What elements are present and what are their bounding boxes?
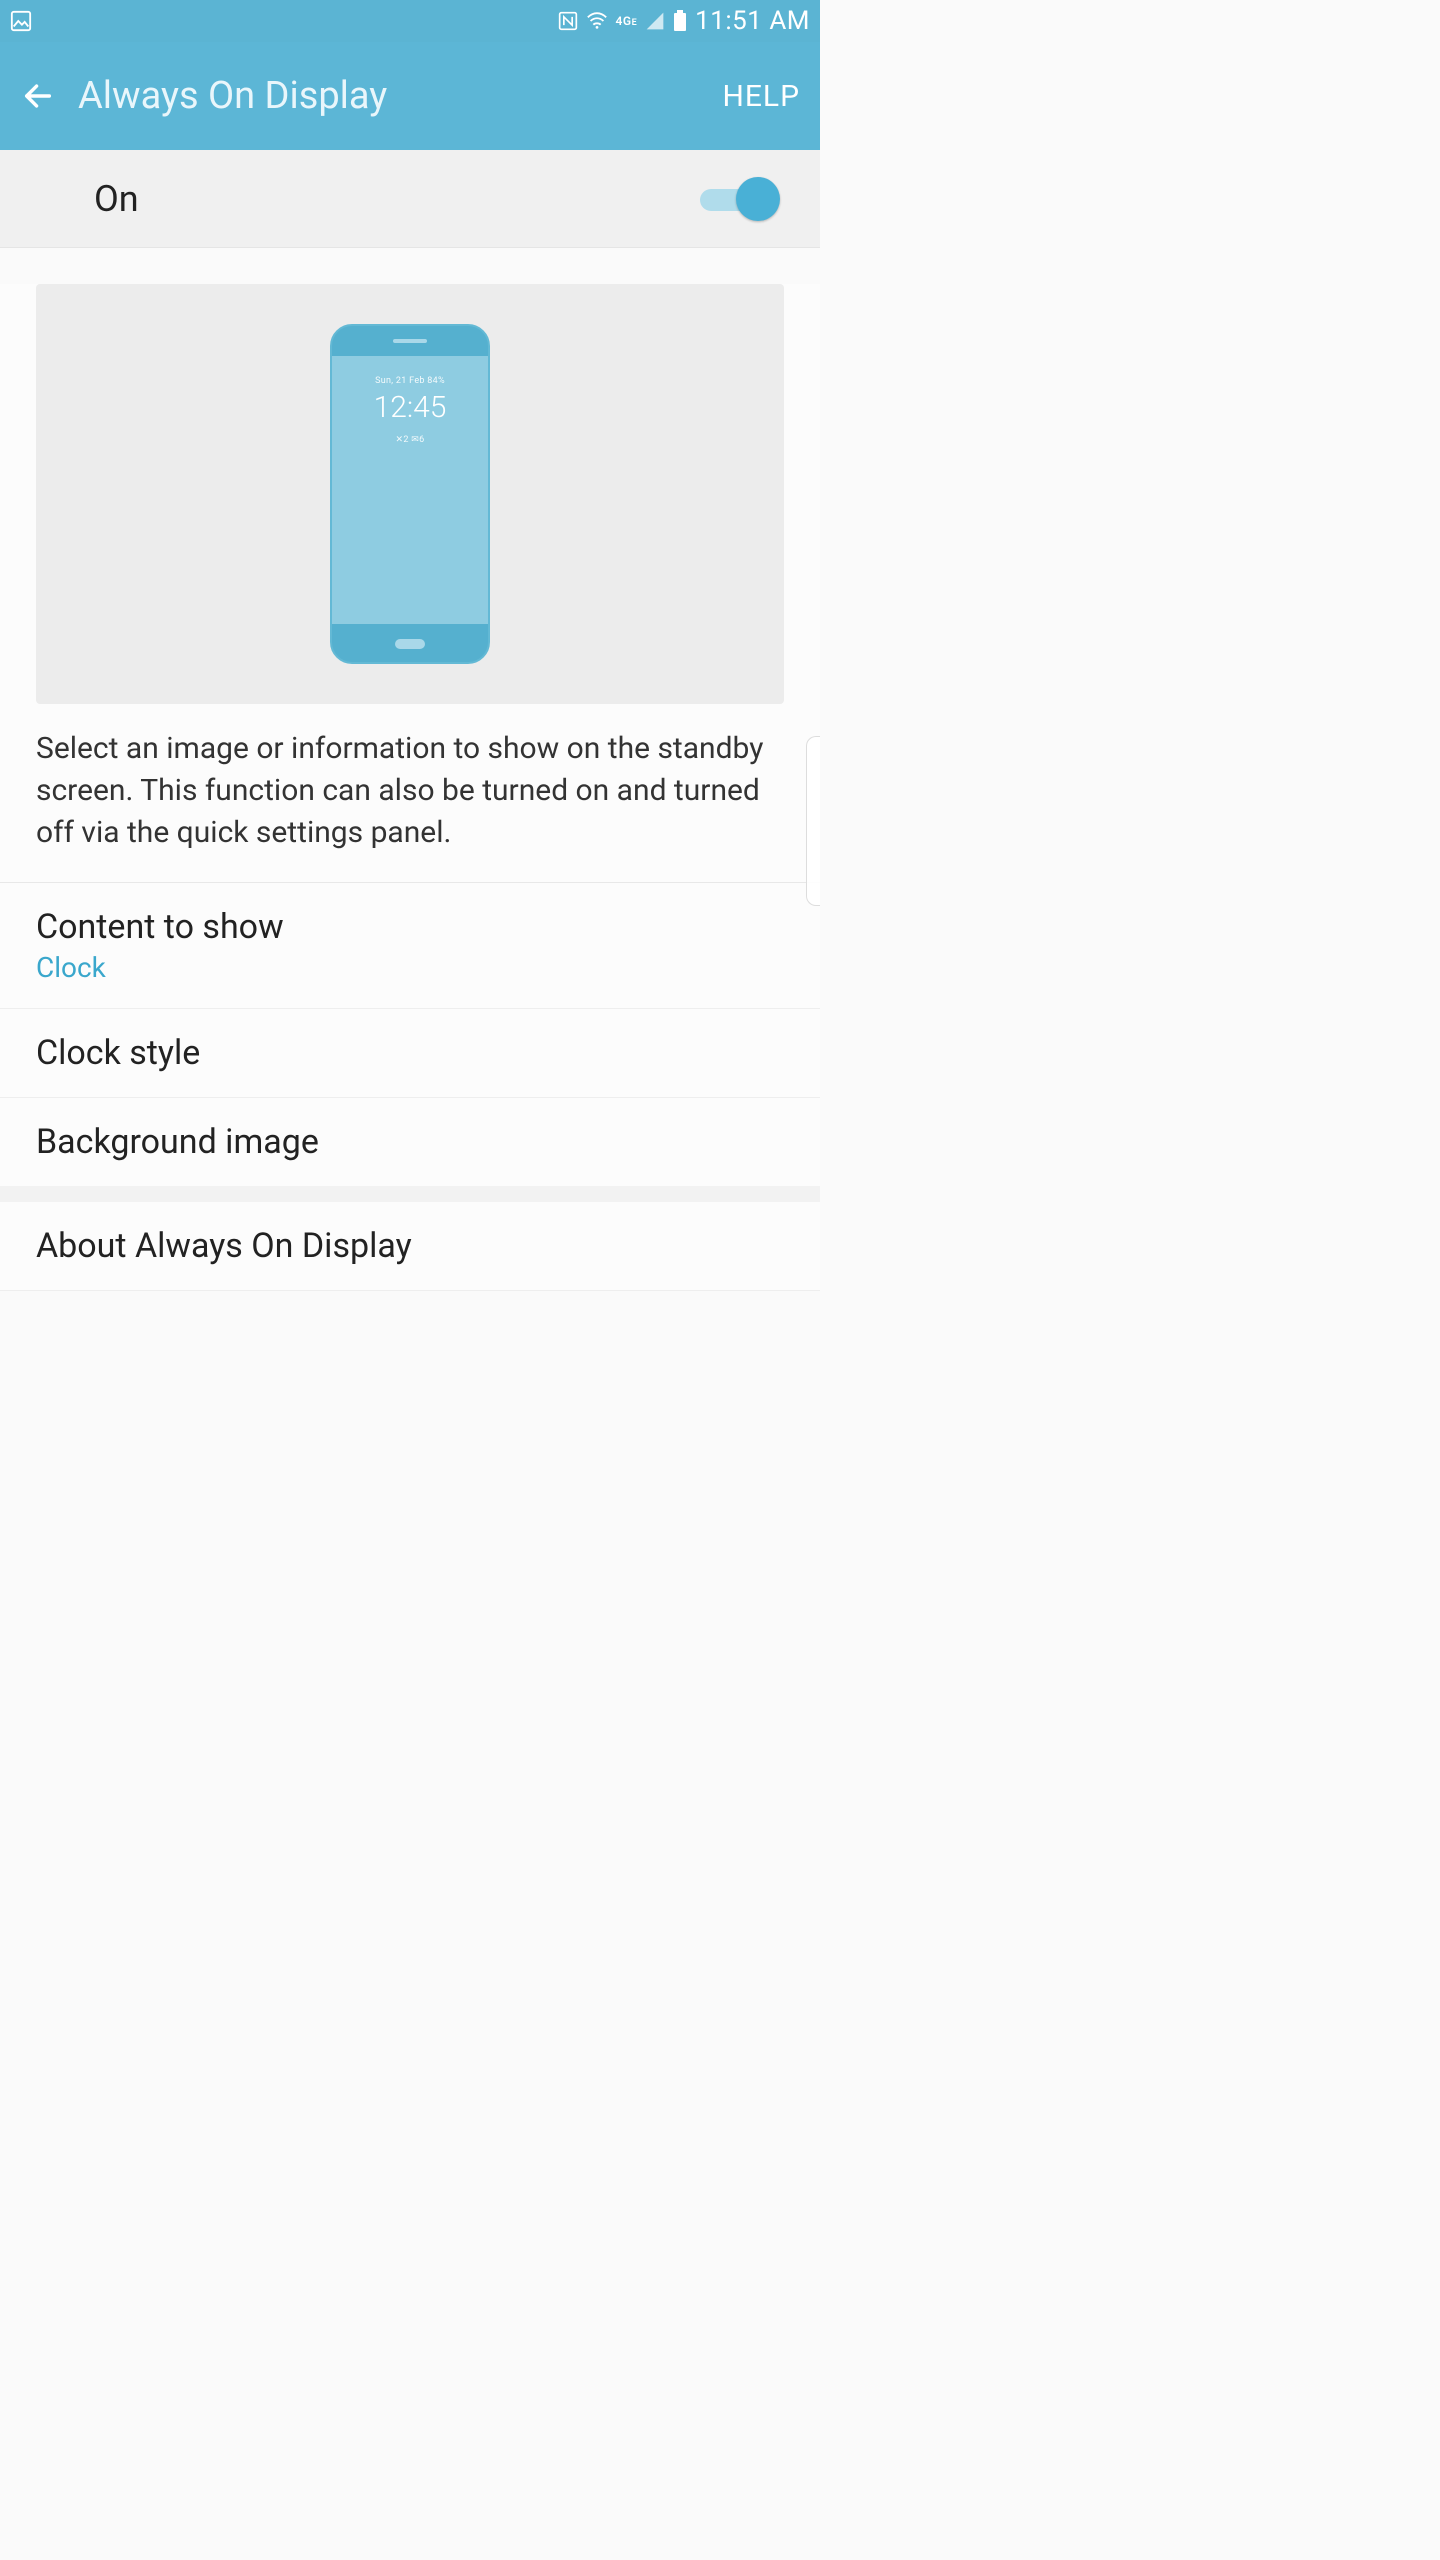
status-time: 11:51 AM [695, 6, 810, 36]
battery-icon [673, 10, 687, 32]
app-bar: Always On Display HELP [0, 42, 820, 150]
background-image-title: Background image [36, 1122, 784, 1162]
master-toggle-row[interactable]: On [0, 150, 820, 248]
preview-notif-icons: ✕2 ✉6 [396, 435, 425, 445]
about-item[interactable]: About Always On Display [0, 1202, 820, 1291]
help-button[interactable]: HELP [722, 79, 800, 114]
network-4g-icon: 4GE [616, 14, 638, 28]
preview-clock: 12:45 [374, 390, 447, 425]
section-divider [0, 1186, 820, 1202]
wifi-icon [586, 10, 608, 32]
page-title: Always On Display [78, 74, 700, 118]
preview-card: Sun, 21 Feb 84% 12:45 ✕2 ✉6 [36, 284, 784, 704]
phone-mock-icon: Sun, 21 Feb 84% 12:45 ✕2 ✉6 [330, 324, 490, 664]
about-title: About Always On Display [36, 1226, 784, 1266]
clock-style-title: Clock style [36, 1033, 784, 1073]
nfc-icon [558, 11, 578, 31]
description-text: Select an image or information to show o… [0, 728, 820, 883]
screenshot-icon [10, 10, 32, 32]
master-toggle-switch[interactable] [690, 177, 780, 221]
content-to-show-title: Content to show [36, 907, 784, 947]
back-button[interactable] [20, 78, 56, 114]
master-toggle-label: On [94, 178, 139, 220]
status-bar: 4GE 11:51 AM [0, 0, 820, 42]
content-to-show-item[interactable]: Content to show Clock [0, 883, 820, 1009]
clock-style-item[interactable]: Clock style [0, 1009, 820, 1098]
scroll-handle[interactable] [806, 736, 820, 906]
signal-icon [645, 11, 665, 31]
preview-date: Sun, 21 Feb 84% [375, 376, 445, 386]
background-image-item[interactable]: Background image [0, 1098, 820, 1186]
content-to-show-value: Clock [36, 951, 784, 984]
